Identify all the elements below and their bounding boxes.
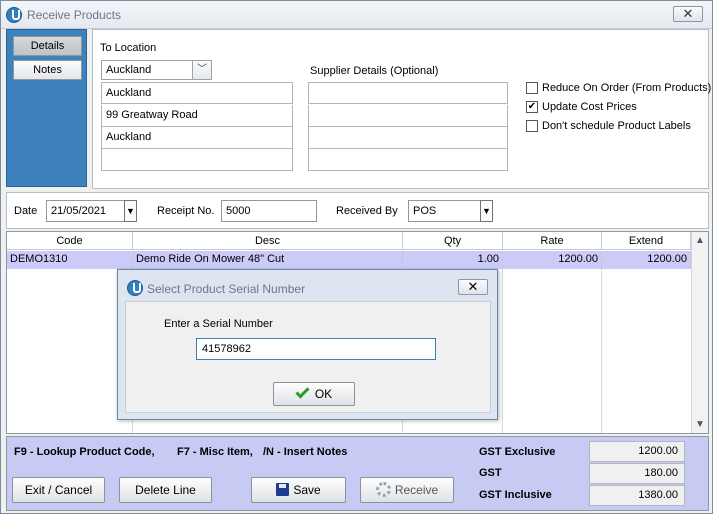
hint-misc-item: F7 - Misc Item,	[177, 446, 253, 458]
address-line-1[interactable]: Auckland	[101, 82, 293, 104]
gst-exclusive-value: 1200.00	[589, 441, 685, 462]
delete-line-button[interactable]: Delete Line	[119, 477, 212, 503]
hint-lookup: F9 - Lookup Product Code,	[14, 446, 155, 458]
received-by-value: POS	[413, 205, 437, 217]
date-label: Date	[14, 205, 38, 217]
grid-column-divider	[503, 269, 602, 433]
footer-panel: F9 - Lookup Product Code, F7 - Misc Item…	[6, 436, 709, 511]
date-dropdown-button[interactable]: ▼	[124, 200, 137, 222]
close-icon: ✕	[467, 279, 479, 294]
receive-button[interactable]: Receive	[360, 477, 454, 503]
grid-column-divider	[7, 269, 133, 433]
reduce-on-order-checkbox[interactable]	[526, 82, 538, 94]
scroll-up-icon[interactable]: ▲	[692, 232, 708, 249]
serial-prompt: Enter a Serial Number	[164, 318, 273, 330]
close-icon: ✕	[682, 6, 694, 21]
serial-number-value: 41578962	[202, 343, 251, 355]
chevron-down-icon[interactable]: ﹀	[192, 61, 211, 79]
save-button-label: Save	[293, 483, 321, 497]
receipt-number-value: 5000	[226, 205, 251, 217]
gst-exclusive-label: GST Exclusive	[479, 446, 556, 458]
dialog-body: Enter a Serial Number 41578962 OK	[125, 301, 491, 413]
address-line-2-text: 99 Greatway Road	[106, 109, 198, 121]
gst-inclusive-label: GST Inclusive	[479, 489, 552, 501]
exit-cancel-button[interactable]: Exit / Cancel	[12, 477, 105, 503]
app-icon	[6, 7, 22, 23]
check-icon	[295, 384, 310, 399]
chevron-down-icon: ▼	[482, 206, 491, 216]
vertical-scrollbar[interactable]: ▲ ▼	[691, 232, 708, 433]
serial-number-input[interactable]: 41578962	[196, 338, 436, 360]
window-close-button[interactable]: ✕	[673, 6, 703, 22]
received-by-field[interactable]: POS	[408, 200, 481, 222]
supplier-line-2[interactable]	[308, 105, 508, 127]
cell-code[interactable]: DEMO1310	[7, 251, 133, 269]
receive-products-window: Receive Products ✕ Details Notes To Loca…	[0, 0, 713, 514]
cell-desc[interactable]: Demo Ride On Mower 48" Cut	[133, 251, 403, 269]
scroll-down-icon[interactable]: ▼	[692, 416, 708, 433]
to-location-label: To Location	[100, 42, 157, 54]
supplier-line-1[interactable]	[308, 82, 508, 104]
update-cost-prices-checkbox[interactable]: ✔	[526, 101, 538, 113]
column-header-qty[interactable]: Qty	[403, 232, 503, 250]
ok-button[interactable]: OK	[273, 382, 355, 406]
date-value: 21/05/2021	[51, 205, 107, 217]
receipt-number-field[interactable]: 5000	[221, 200, 317, 222]
app-icon	[127, 280, 143, 296]
dialog-close-button[interactable]: ✕	[458, 279, 488, 295]
dont-schedule-labels-label: Don't schedule Product Labels	[542, 120, 691, 132]
cell-rate[interactable]: 1200.00	[503, 251, 602, 269]
dialog-title: Select Product Serial Number	[147, 282, 306, 296]
date-field[interactable]: 21/05/2021	[46, 200, 125, 222]
gear-icon	[375, 482, 391, 497]
received-by-dropdown-button[interactable]: ▼	[480, 200, 493, 222]
chevron-down-icon: ▼	[126, 206, 135, 216]
window-title: Receive Products	[27, 8, 122, 22]
serial-number-dialog: Select Product Serial Number ✕ Enter a S…	[117, 269, 498, 420]
title-bar: Receive Products ✕	[1, 1, 712, 29]
address-line-2[interactable]: 99 Greatway Road	[101, 105, 293, 127]
receipt-info-bar: Date 21/05/2021 ▼ Receipt No. 5000 Recei…	[6, 192, 709, 229]
supplier-line-4[interactable]	[308, 149, 508, 171]
update-cost-prices-label: Update Cost Prices	[542, 101, 637, 113]
sidebar: Details Notes	[6, 29, 87, 187]
supplier-line-3[interactable]	[308, 127, 508, 149]
dialog-title-bar: Select Product Serial Number ✕	[118, 270, 497, 302]
hint-insert-notes: /N - Insert Notes	[263, 446, 348, 458]
dont-schedule-labels-checkbox[interactable]	[526, 120, 538, 132]
ok-button-label: OK	[314, 387, 333, 401]
supplier-details-label: Supplier Details (Optional)	[310, 65, 439, 77]
gst-inclusive-value: 1380.00	[589, 485, 685, 506]
receive-button-label: Receive	[394, 483, 439, 497]
cell-qty[interactable]: 1.00	[403, 251, 503, 269]
column-header-code[interactable]: Code	[7, 232, 133, 250]
location-select[interactable]: Auckland ﹀	[101, 60, 212, 80]
sidebar-item-details[interactable]: Details	[13, 36, 82, 56]
address-line-3[interactable]: Auckland	[101, 127, 293, 149]
save-button[interactable]: Save	[251, 477, 346, 503]
cell-extend[interactable]: 1200.00	[602, 251, 691, 269]
column-header-extend[interactable]: Extend	[602, 232, 691, 250]
sidebar-item-notes[interactable]: Notes	[13, 60, 82, 80]
received-by-label: Received By	[336, 205, 398, 217]
floppy-disk-icon	[276, 483, 290, 496]
column-header-rate[interactable]: Rate	[503, 232, 602, 250]
reduce-on-order-label: Reduce On Order (From Products)	[542, 82, 712, 94]
address-line-1-text: Auckland	[106, 87, 152, 99]
location-select-value: Auckland	[106, 64, 152, 76]
column-header-desc[interactable]: Desc	[133, 232, 403, 250]
details-panel: To Location Auckland ﹀ Auckland 99 Great…	[92, 29, 712, 189]
gst-value: 180.00	[589, 463, 685, 484]
gst-label: GST	[479, 467, 502, 479]
address-line-3-text: Auckland	[106, 131, 152, 143]
receipt-number-label: Receipt No.	[157, 205, 215, 217]
address-line-4[interactable]	[101, 149, 293, 171]
